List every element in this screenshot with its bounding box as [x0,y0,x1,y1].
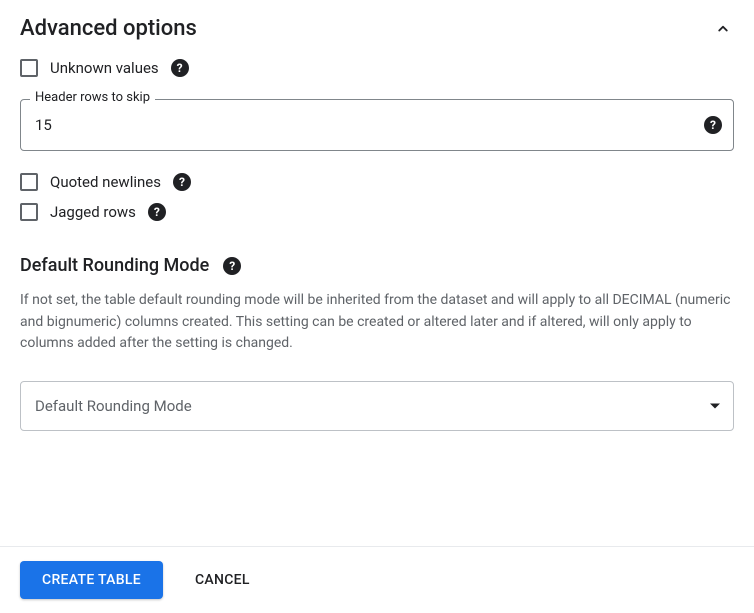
help-icon[interactable]: ? [148,203,166,221]
header-rows-input[interactable] [20,99,734,151]
create-table-button[interactable]: CREATE TABLE [20,561,163,599]
caret-down-icon [710,404,720,409]
jagged-rows-checkbox[interactable] [20,203,38,221]
unknown-values-row: Unknown values ? [20,59,734,77]
quoted-newlines-checkbox[interactable] [20,173,38,191]
jagged-rows-row: Jagged rows ? [20,203,734,221]
chevron-up-icon[interactable] [712,18,734,40]
help-icon[interactable]: ? [171,59,189,77]
rounding-mode-title: Default Rounding Mode [20,255,209,276]
help-icon[interactable]: ? [173,173,191,191]
rounding-mode-selected: Default Rounding Mode [35,397,192,415]
unknown-values-label: Unknown values [50,59,159,77]
help-icon[interactable]: ? [223,257,241,275]
quoted-newlines-label: Quoted newlines [50,173,161,191]
header-rows-label: Header rows to skip [30,90,155,105]
rounding-mode-description: If not set, the table default rounding m… [20,290,734,355]
quoted-newlines-row: Quoted newlines ? [20,173,734,191]
help-icon[interactable]: ? [704,116,722,134]
unknown-values-checkbox[interactable] [20,59,38,77]
cancel-button[interactable]: CANCEL [195,572,250,588]
header-rows-field: Header rows to skip ? [20,99,734,151]
section-title: Advanced options [20,16,197,41]
jagged-rows-label: Jagged rows [50,203,136,221]
rounding-mode-header: Default Rounding Mode ? [20,255,734,276]
advanced-options-header[interactable]: Advanced options [20,16,734,41]
rounding-mode-select[interactable]: Default Rounding Mode [20,381,734,431]
footer: CREATE TABLE CANCEL [0,546,754,613]
